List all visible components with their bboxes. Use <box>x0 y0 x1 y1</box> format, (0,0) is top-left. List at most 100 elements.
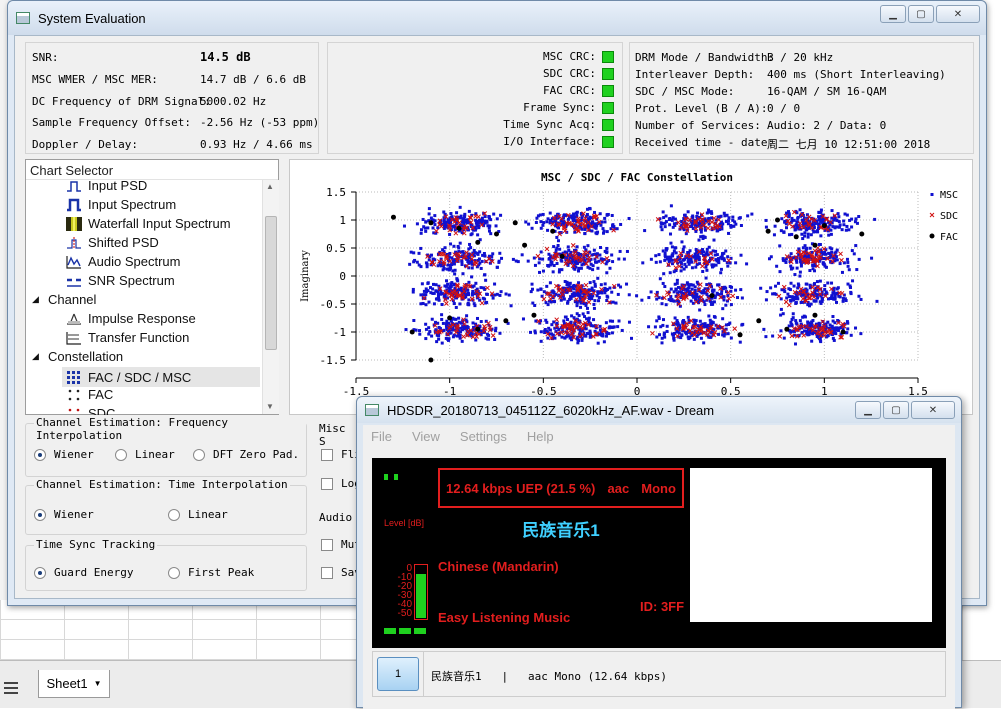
msc-point <box>596 290 600 294</box>
msc-point <box>828 323 832 327</box>
menu-file[interactable]: File <box>371 429 392 444</box>
msc-point <box>663 221 667 225</box>
tree-item-shifted-psd[interactable]: Shifted PSD <box>66 235 159 250</box>
msc-point <box>846 260 850 264</box>
msc-point <box>619 285 623 289</box>
fac-point <box>793 234 799 240</box>
tree-item-transfer-function[interactable]: Transfer Function <box>66 330 189 345</box>
msc-point <box>769 286 773 290</box>
msc-point <box>676 285 680 289</box>
tree-item-impulse-response[interactable]: Impulse Response <box>66 311 196 326</box>
msc-point <box>412 260 416 264</box>
fac-point <box>812 312 818 318</box>
tree-item-sdc[interactable]: SDC <box>66 406 115 415</box>
msc-point <box>647 325 651 329</box>
tree-item-audio-spectrum[interactable]: Audio Spectrum <box>66 254 181 269</box>
msc-point <box>533 331 537 335</box>
msc-point <box>585 213 589 217</box>
msc-point <box>806 235 810 239</box>
receiver-display: 12.64 kbps UEP (21.5 %) aac Mono 民族音乐1 L… <box>372 458 946 648</box>
minimize-button[interactable]: ▁ <box>880 5 906 23</box>
msc-point <box>779 307 783 311</box>
msc-point <box>661 210 665 214</box>
fac-point <box>775 217 780 223</box>
msc-point <box>829 232 833 236</box>
tree-item-fac[interactable]: FAC <box>66 387 113 402</box>
drm-mode-value: B / 20 kHz <box>767 51 834 64</box>
misc-checkbox-1[interactable]: Fli <box>321 448 358 461</box>
msc-point <box>431 226 435 230</box>
freq-interp-linear[interactable]: Linear <box>115 448 175 461</box>
dream-minimize-button[interactable]: ▁ <box>855 401 881 419</box>
misc-checkbox-2[interactable]: Log <box>321 477 358 490</box>
msc-point <box>780 217 784 221</box>
chart-selector-scrollbar[interactable]: ▲ ▼ <box>262 180 279 414</box>
radio-label: Wiener <box>54 508 94 521</box>
wmer-value: 14.7 dB / 6.6 dB <box>200 73 306 86</box>
msc-point <box>729 336 733 340</box>
audio-checkbox-2[interactable]: Sav <box>321 566 358 579</box>
app-icon <box>16 12 30 24</box>
msc-point <box>479 286 483 290</box>
freq-interp-dft[interactable]: DFT Zero Pad. <box>193 448 299 461</box>
msc-point <box>495 265 499 269</box>
channel-options-area: Channel Estimation: Frequency Interpolat… <box>25 415 309 599</box>
msc-point <box>412 251 416 255</box>
scrollbar-thumb[interactable] <box>265 216 277 350</box>
msc-point <box>817 321 821 325</box>
maximize-button[interactable]: ▢ <box>908 5 934 23</box>
menu-help[interactable]: Help <box>527 429 554 444</box>
menu-settings[interactable]: Settings <box>460 429 507 444</box>
tree-group-channel[interactable]: ◢ Channel <box>32 292 96 307</box>
msc-point <box>765 290 769 294</box>
sheet-tab[interactable]: Sheet1 ▼ <box>38 670 110 698</box>
tree-item-label: Audio Spectrum <box>88 254 181 269</box>
msc-point <box>598 212 602 216</box>
time-interp-wiener[interactable]: Wiener <box>34 508 94 521</box>
tree-item-waterfall[interactable]: Waterfall Input Spectrum <box>66 216 231 231</box>
scroll-down-icon[interactable]: ▼ <box>266 402 274 411</box>
msc-point <box>451 269 455 273</box>
msc-point <box>857 257 861 261</box>
dream-maximize-button[interactable]: ▢ <box>883 401 909 419</box>
msc-point <box>411 290 415 294</box>
tree-item-fac-sdc-msc[interactable]: FAC / SDC / MSC <box>62 367 260 387</box>
checkbox-icon <box>321 538 333 551</box>
msc-point <box>675 278 679 282</box>
dream-close-button[interactable]: ✕ <box>911 401 955 419</box>
tree-item-snr-spectrum[interactable]: SNR Spectrum <box>66 273 175 288</box>
sheet-list-icon[interactable] <box>4 682 18 694</box>
msc-point <box>845 257 849 261</box>
close-button[interactable]: ✕ <box>936 5 980 23</box>
service-1-button[interactable]: 1 <box>377 657 419 691</box>
msc-point <box>427 326 431 330</box>
signal-status-box: SNR: 14.5 dB MSC WMER / MSC MER: 14.7 dB… <box>25 42 319 154</box>
msc-point <box>550 332 554 336</box>
tree-item-input-psd[interactable]: Input PSD <box>66 181 147 193</box>
msc-point <box>793 342 797 346</box>
time-sync-guard-energy[interactable]: Guard Energy <box>34 566 133 579</box>
msc-point <box>738 340 742 344</box>
msc-point <box>474 218 478 222</box>
msc-point <box>673 316 677 320</box>
msc-point <box>859 332 863 336</box>
time-interp-linear[interactable]: Linear <box>168 508 228 521</box>
scroll-up-icon[interactable]: ▲ <box>266 182 274 191</box>
time-sync-label: Time Sync Acq: <box>503 118 596 131</box>
msc-point <box>562 319 566 323</box>
menu-view[interactable]: View <box>412 429 440 444</box>
tree-item-input-spectrum[interactable]: Input Spectrum <box>66 197 176 212</box>
tree-group-constellation[interactable]: ◢ Constellation <box>32 349 123 364</box>
msc-point <box>649 257 653 261</box>
dream-app-icon <box>365 404 379 416</box>
msc-point <box>625 249 629 253</box>
freq-interp-wiener[interactable]: Wiener <box>34 448 94 461</box>
msc-point <box>425 262 429 266</box>
msc-point <box>778 244 782 248</box>
impulse-icon <box>67 313 81 325</box>
time-sync-first-peak[interactable]: First Peak <box>168 566 254 579</box>
audio-checkbox-1[interactable]: Mut <box>321 538 358 551</box>
msc-point <box>555 246 559 250</box>
msc-point <box>784 260 788 264</box>
msc-point <box>719 255 723 259</box>
